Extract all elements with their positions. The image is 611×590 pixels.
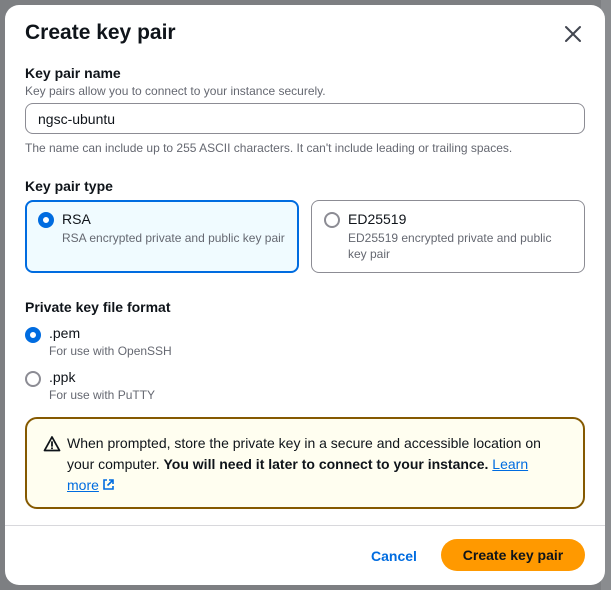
rsa-radio[interactable] bbox=[38, 212, 54, 228]
warning-alert: When prompted, store the private key in … bbox=[25, 417, 585, 509]
alert-message: When prompted, store the private key in … bbox=[67, 433, 557, 496]
pem-description: For use with OpenSSH bbox=[49, 344, 172, 358]
ed25519-radio[interactable] bbox=[324, 212, 340, 228]
key-type-rsa-tile[interactable]: RSA RSA encrypted private and public key… bbox=[25, 200, 299, 273]
key-pair-name-label: Key pair name bbox=[25, 65, 121, 81]
modal-header: Create key pair bbox=[5, 5, 605, 61]
private-key-format-label: Private key file format bbox=[25, 299, 171, 315]
create-key-pair-modal: Create key pair Key pair name Key pairs … bbox=[5, 5, 605, 585]
footer-divider bbox=[5, 525, 605, 526]
warning-icon bbox=[43, 436, 61, 452]
ed25519-description: ED25519 encrypted private and public key… bbox=[348, 231, 552, 261]
close-icon bbox=[565, 26, 581, 42]
pem-radio[interactable] bbox=[25, 327, 41, 343]
key-type-ed25519-tile[interactable]: ED25519 ED25519 encrypted private and pu… bbox=[311, 200, 585, 273]
rsa-title: RSA bbox=[62, 211, 91, 227]
cancel-button[interactable]: Cancel bbox=[356, 541, 432, 571]
close-button[interactable] bbox=[560, 21, 586, 47]
key-pair-name-constraint: The name can include up to 255 ASCII cha… bbox=[25, 141, 513, 155]
create-key-pair-button[interactable]: Create key pair bbox=[441, 539, 585, 571]
alert-emphasis: You will need it later to connect to you… bbox=[163, 456, 489, 472]
modal-title: Create key pair bbox=[25, 21, 176, 44]
ppk-radio[interactable] bbox=[25, 371, 41, 387]
external-link-icon bbox=[103, 479, 114, 490]
key-pair-name-input[interactable] bbox=[25, 103, 585, 134]
key-pair-name-description: Key pairs allow you to connect to your i… bbox=[25, 84, 326, 98]
pem-title: .pem bbox=[49, 325, 81, 341]
ed25519-title: ED25519 bbox=[348, 211, 407, 227]
ppk-description: For use with PuTTY bbox=[49, 388, 156, 402]
ppk-title: .ppk bbox=[49, 369, 76, 385]
rsa-description: RSA encrypted private and public key pai… bbox=[62, 231, 285, 245]
format-option-pem[interactable]: .pem For use with OpenSSH bbox=[25, 325, 325, 365]
format-option-ppk[interactable]: .ppk For use with PuTTY bbox=[25, 369, 325, 409]
key-pair-type-label: Key pair type bbox=[25, 178, 113, 194]
